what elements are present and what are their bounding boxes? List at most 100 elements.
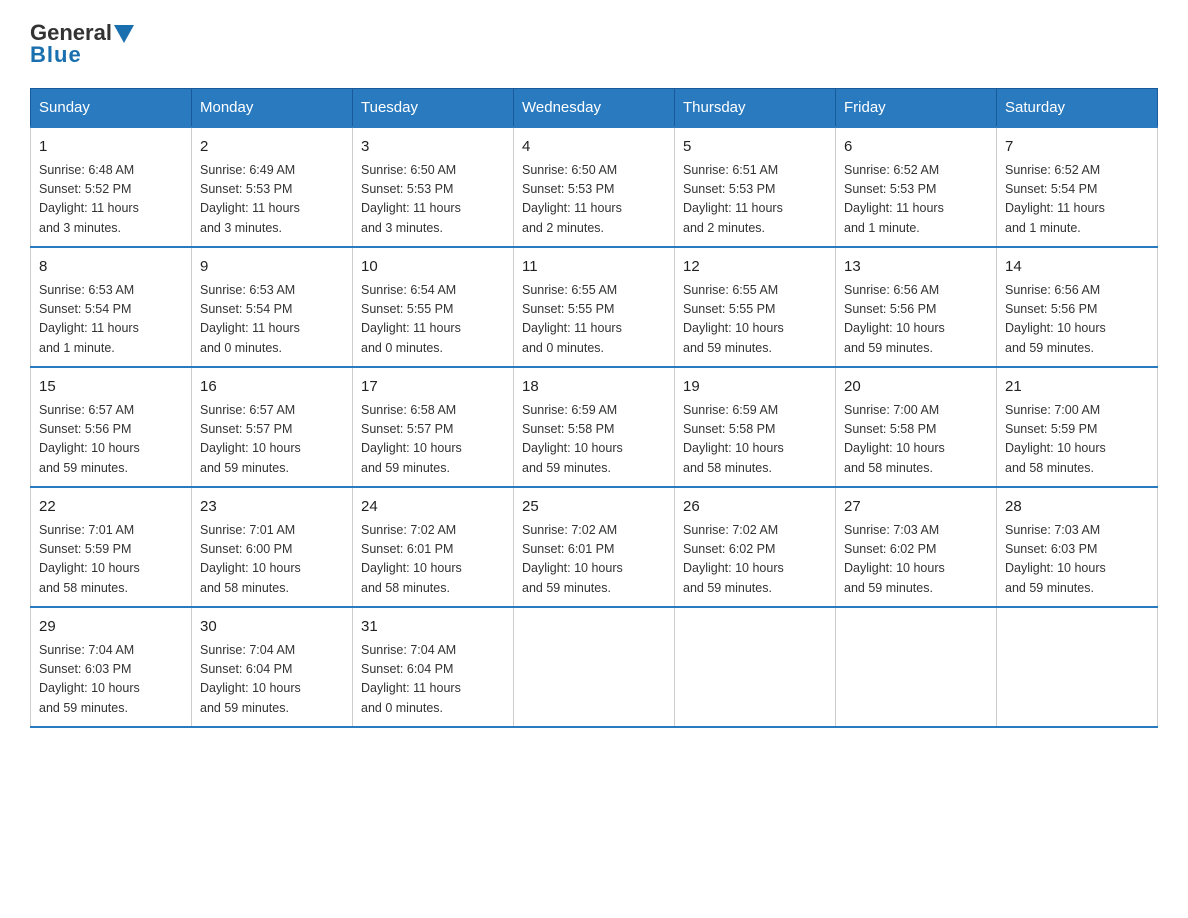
weekday-header-thursday: Thursday bbox=[675, 89, 836, 128]
day-number: 14 bbox=[1005, 256, 1149, 279]
day-info: Sunrise: 6:52 AM Sunset: 5:54 PM Dayligh… bbox=[1005, 161, 1149, 239]
day-number: 5 bbox=[683, 136, 827, 159]
calendar-week-row: 22Sunrise: 7:01 AM Sunset: 5:59 PM Dayli… bbox=[31, 487, 1158, 607]
day-number: 27 bbox=[844, 496, 988, 519]
day-number: 19 bbox=[683, 376, 827, 399]
day-number: 16 bbox=[200, 376, 344, 399]
day-info: Sunrise: 7:04 AM Sunset: 6:04 PM Dayligh… bbox=[361, 641, 505, 719]
day-info: Sunrise: 7:04 AM Sunset: 6:04 PM Dayligh… bbox=[200, 641, 344, 719]
calendar-cell: 23Sunrise: 7:01 AM Sunset: 6:00 PM Dayli… bbox=[192, 487, 353, 607]
day-info: Sunrise: 6:49 AM Sunset: 5:53 PM Dayligh… bbox=[200, 161, 344, 239]
calendar-cell: 9Sunrise: 6:53 AM Sunset: 5:54 PM Daylig… bbox=[192, 247, 353, 367]
day-info: Sunrise: 7:02 AM Sunset: 6:01 PM Dayligh… bbox=[361, 521, 505, 599]
logo-blue-text: Blue bbox=[30, 42, 82, 68]
calendar-cell: 27Sunrise: 7:03 AM Sunset: 6:02 PM Dayli… bbox=[836, 487, 997, 607]
weekday-header-sunday: Sunday bbox=[31, 89, 192, 128]
day-info: Sunrise: 6:59 AM Sunset: 5:58 PM Dayligh… bbox=[683, 401, 827, 479]
day-number: 18 bbox=[522, 376, 666, 399]
day-info: Sunrise: 6:57 AM Sunset: 5:56 PM Dayligh… bbox=[39, 401, 183, 479]
calendar-cell bbox=[836, 607, 997, 727]
day-number: 9 bbox=[200, 256, 344, 279]
day-number: 25 bbox=[522, 496, 666, 519]
logo-triangle-icon bbox=[114, 25, 134, 43]
calendar-cell: 18Sunrise: 6:59 AM Sunset: 5:58 PM Dayli… bbox=[514, 367, 675, 487]
calendar-cell: 3Sunrise: 6:50 AM Sunset: 5:53 PM Daylig… bbox=[353, 127, 514, 247]
day-number: 31 bbox=[361, 616, 505, 639]
calendar-week-row: 15Sunrise: 6:57 AM Sunset: 5:56 PM Dayli… bbox=[31, 367, 1158, 487]
calendar-week-row: 8Sunrise: 6:53 AM Sunset: 5:54 PM Daylig… bbox=[31, 247, 1158, 367]
day-number: 11 bbox=[522, 256, 666, 279]
day-info: Sunrise: 6:55 AM Sunset: 5:55 PM Dayligh… bbox=[683, 281, 827, 359]
day-info: Sunrise: 6:53 AM Sunset: 5:54 PM Dayligh… bbox=[39, 281, 183, 359]
calendar-cell: 31Sunrise: 7:04 AM Sunset: 6:04 PM Dayli… bbox=[353, 607, 514, 727]
day-info: Sunrise: 7:02 AM Sunset: 6:01 PM Dayligh… bbox=[522, 521, 666, 599]
day-info: Sunrise: 6:58 AM Sunset: 5:57 PM Dayligh… bbox=[361, 401, 505, 479]
calendar-table: SundayMondayTuesdayWednesdayThursdayFrid… bbox=[30, 88, 1158, 728]
weekday-header-monday: Monday bbox=[192, 89, 353, 128]
weekday-header-friday: Friday bbox=[836, 89, 997, 128]
calendar-week-row: 29Sunrise: 7:04 AM Sunset: 6:03 PM Dayli… bbox=[31, 607, 1158, 727]
calendar-cell: 13Sunrise: 6:56 AM Sunset: 5:56 PM Dayli… bbox=[836, 247, 997, 367]
day-info: Sunrise: 7:01 AM Sunset: 6:00 PM Dayligh… bbox=[200, 521, 344, 599]
day-number: 17 bbox=[361, 376, 505, 399]
calendar-cell: 15Sunrise: 6:57 AM Sunset: 5:56 PM Dayli… bbox=[31, 367, 192, 487]
calendar-cell: 10Sunrise: 6:54 AM Sunset: 5:55 PM Dayli… bbox=[353, 247, 514, 367]
day-number: 26 bbox=[683, 496, 827, 519]
weekday-header-saturday: Saturday bbox=[997, 89, 1158, 128]
calendar-cell bbox=[997, 607, 1158, 727]
day-info: Sunrise: 6:56 AM Sunset: 5:56 PM Dayligh… bbox=[844, 281, 988, 359]
calendar-cell: 21Sunrise: 7:00 AM Sunset: 5:59 PM Dayli… bbox=[997, 367, 1158, 487]
logo: General Blue bbox=[30, 20, 134, 68]
day-info: Sunrise: 6:54 AM Sunset: 5:55 PM Dayligh… bbox=[361, 281, 505, 359]
day-number: 3 bbox=[361, 136, 505, 159]
day-number: 4 bbox=[522, 136, 666, 159]
day-info: Sunrise: 7:03 AM Sunset: 6:03 PM Dayligh… bbox=[1005, 521, 1149, 599]
day-number: 29 bbox=[39, 616, 183, 639]
day-number: 24 bbox=[361, 496, 505, 519]
day-number: 6 bbox=[844, 136, 988, 159]
calendar-cell: 30Sunrise: 7:04 AM Sunset: 6:04 PM Dayli… bbox=[192, 607, 353, 727]
weekday-header-tuesday: Tuesday bbox=[353, 89, 514, 128]
day-number: 8 bbox=[39, 256, 183, 279]
weekday-header-wednesday: Wednesday bbox=[514, 89, 675, 128]
day-number: 2 bbox=[200, 136, 344, 159]
calendar-cell: 24Sunrise: 7:02 AM Sunset: 6:01 PM Dayli… bbox=[353, 487, 514, 607]
calendar-week-row: 1Sunrise: 6:48 AM Sunset: 5:52 PM Daylig… bbox=[31, 127, 1158, 247]
calendar-cell: 17Sunrise: 6:58 AM Sunset: 5:57 PM Dayli… bbox=[353, 367, 514, 487]
day-number: 7 bbox=[1005, 136, 1149, 159]
day-number: 30 bbox=[200, 616, 344, 639]
day-info: Sunrise: 6:50 AM Sunset: 5:53 PM Dayligh… bbox=[522, 161, 666, 239]
day-info: Sunrise: 6:57 AM Sunset: 5:57 PM Dayligh… bbox=[200, 401, 344, 479]
calendar-cell: 16Sunrise: 6:57 AM Sunset: 5:57 PM Dayli… bbox=[192, 367, 353, 487]
calendar-cell: 29Sunrise: 7:04 AM Sunset: 6:03 PM Dayli… bbox=[31, 607, 192, 727]
day-info: Sunrise: 7:00 AM Sunset: 5:58 PM Dayligh… bbox=[844, 401, 988, 479]
day-info: Sunrise: 7:03 AM Sunset: 6:02 PM Dayligh… bbox=[844, 521, 988, 599]
day-number: 23 bbox=[200, 496, 344, 519]
calendar-cell: 19Sunrise: 6:59 AM Sunset: 5:58 PM Dayli… bbox=[675, 367, 836, 487]
calendar-cell: 11Sunrise: 6:55 AM Sunset: 5:55 PM Dayli… bbox=[514, 247, 675, 367]
day-number: 13 bbox=[844, 256, 988, 279]
calendar-cell: 2Sunrise: 6:49 AM Sunset: 5:53 PM Daylig… bbox=[192, 127, 353, 247]
day-info: Sunrise: 6:55 AM Sunset: 5:55 PM Dayligh… bbox=[522, 281, 666, 359]
calendar-cell: 14Sunrise: 6:56 AM Sunset: 5:56 PM Dayli… bbox=[997, 247, 1158, 367]
day-number: 12 bbox=[683, 256, 827, 279]
day-info: Sunrise: 6:52 AM Sunset: 5:53 PM Dayligh… bbox=[844, 161, 988, 239]
day-number: 10 bbox=[361, 256, 505, 279]
calendar-cell: 22Sunrise: 7:01 AM Sunset: 5:59 PM Dayli… bbox=[31, 487, 192, 607]
day-info: Sunrise: 6:48 AM Sunset: 5:52 PM Dayligh… bbox=[39, 161, 183, 239]
calendar-cell: 7Sunrise: 6:52 AM Sunset: 5:54 PM Daylig… bbox=[997, 127, 1158, 247]
day-number: 28 bbox=[1005, 496, 1149, 519]
weekday-header-row: SundayMondayTuesdayWednesdayThursdayFrid… bbox=[31, 89, 1158, 128]
day-info: Sunrise: 7:01 AM Sunset: 5:59 PM Dayligh… bbox=[39, 521, 183, 599]
day-info: Sunrise: 7:00 AM Sunset: 5:59 PM Dayligh… bbox=[1005, 401, 1149, 479]
day-info: Sunrise: 6:51 AM Sunset: 5:53 PM Dayligh… bbox=[683, 161, 827, 239]
calendar-cell: 6Sunrise: 6:52 AM Sunset: 5:53 PM Daylig… bbox=[836, 127, 997, 247]
calendar-cell: 26Sunrise: 7:02 AM Sunset: 6:02 PM Dayli… bbox=[675, 487, 836, 607]
day-info: Sunrise: 6:50 AM Sunset: 5:53 PM Dayligh… bbox=[361, 161, 505, 239]
day-number: 15 bbox=[39, 376, 183, 399]
calendar-cell: 25Sunrise: 7:02 AM Sunset: 6:01 PM Dayli… bbox=[514, 487, 675, 607]
calendar-cell: 4Sunrise: 6:50 AM Sunset: 5:53 PM Daylig… bbox=[514, 127, 675, 247]
calendar-cell: 20Sunrise: 7:00 AM Sunset: 5:58 PM Dayli… bbox=[836, 367, 997, 487]
day-number: 1 bbox=[39, 136, 183, 159]
day-info: Sunrise: 6:53 AM Sunset: 5:54 PM Dayligh… bbox=[200, 281, 344, 359]
